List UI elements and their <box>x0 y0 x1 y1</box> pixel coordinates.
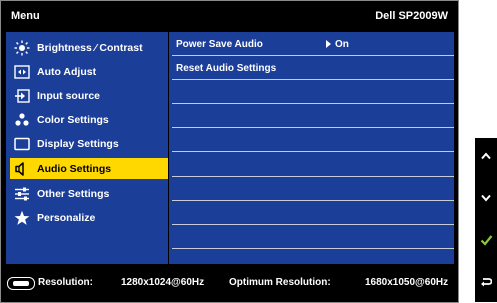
sidebar-item-input-source[interactable]: Input source <box>10 85 168 106</box>
checkmark-icon <box>480 235 492 246</box>
setting-row-power-save-audio[interactable]: Power Save Audio On <box>172 35 454 56</box>
setting-value-text: On <box>335 39 349 50</box>
status-footer: Resolution: 1280x1024@60Hz Optimum Resol… <box>1 273 458 303</box>
monitor-model: Dell SP2009W <box>375 10 448 22</box>
sidebar-item-personalize[interactable]: Personalize <box>10 207 168 228</box>
up-button[interactable] <box>475 140 497 172</box>
sidebar-item-other-settings[interactable]: Other Settings <box>10 183 168 204</box>
empty-row <box>172 131 454 152</box>
up-arrow-icon <box>481 152 491 160</box>
setting-value: On <box>326 39 349 50</box>
empty-row <box>172 107 454 128</box>
return-icon <box>481 278 492 287</box>
confirm-button[interactable] <box>475 224 497 256</box>
sidebar-item-auto-adjust[interactable]: Auto Adjust <box>10 61 168 82</box>
setting-label: Reset Audio Settings <box>176 63 277 74</box>
speaker-icon <box>14 161 30 177</box>
auto-adjust-icon <box>14 64 30 80</box>
sidebar-item-label: Brightness ⁄ Contrast <box>37 41 143 54</box>
sidebar-item-display-settings[interactable]: Display Settings <box>10 133 168 154</box>
resolution-value: 1280x1024@60Hz <box>121 277 205 288</box>
resolution-label: Resolution: <box>38 277 93 288</box>
menu-title: Menu <box>11 10 40 22</box>
star-icon <box>14 210 30 226</box>
sidebar-item-label: Display Settings <box>37 137 119 150</box>
empty-row <box>172 156 454 177</box>
selection-arrow-icon <box>326 40 331 48</box>
down-arrow-icon <box>481 194 491 202</box>
osd-header: Menu Dell SP2009W <box>1 1 458 31</box>
empty-row <box>172 180 454 201</box>
sidebar-item-label: Personalize <box>37 211 96 224</box>
monitor-button-strip <box>475 138 497 302</box>
sidebar-item-label: Auto Adjust <box>37 65 97 78</box>
sidebar-item-label: Input source <box>37 89 101 102</box>
optimum-resolution-value: 1680x1050@60Hz <box>365 277 449 288</box>
empty-row <box>172 228 454 249</box>
sidebar-item-color-settings[interactable]: Color Settings <box>10 109 168 130</box>
sliders-icon <box>14 186 30 202</box>
sidebar-item-label: Other Settings <box>37 187 110 200</box>
optimum-resolution-label: Optimum Resolution: <box>229 277 331 288</box>
sidebar-menu: Brightness ⁄ Contrast Auto Adjust Input … <box>6 32 168 264</box>
input-source-icon <box>14 88 30 104</box>
vga-connector-icon <box>7 277 35 290</box>
down-button[interactable] <box>475 182 497 214</box>
empty-row <box>172 204 454 225</box>
sidebar-item-label: Audio Settings <box>37 162 112 175</box>
back-button[interactable] <box>475 266 497 298</box>
setting-label: Power Save Audio <box>176 39 263 50</box>
sidebar-item-label: Color Settings <box>37 113 109 126</box>
sidebar-item-audio-settings[interactable]: Audio Settings <box>10 158 168 179</box>
empty-row <box>172 83 454 104</box>
display-settings-icon <box>14 136 30 152</box>
sidebar-item-brightness-contrast[interactable]: Brightness ⁄ Contrast <box>10 37 168 58</box>
color-settings-icon <box>14 112 30 128</box>
settings-panel: Power Save Audio On Reset Audio Settings <box>169 32 454 264</box>
osd-menu-window: Menu Dell SP2009W Brightness ⁄ Contrast … <box>0 0 459 303</box>
brightness-icon <box>14 40 30 56</box>
setting-row-reset-audio-settings[interactable]: Reset Audio Settings <box>172 59 454 80</box>
